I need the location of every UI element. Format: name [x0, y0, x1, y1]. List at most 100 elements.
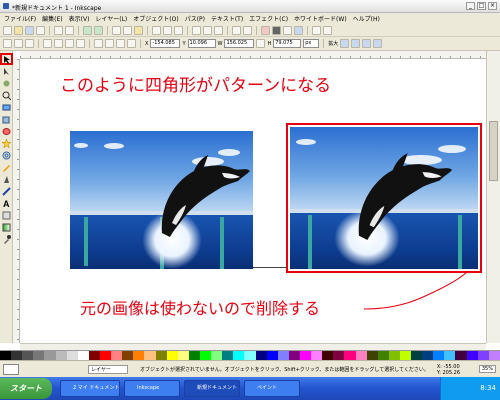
menu-text[interactable]: テキスト(T)	[211, 14, 243, 23]
palette-swatch[interactable]	[99, 351, 112, 360]
horizontal-ruler[interactable]	[20, 51, 490, 59]
select-all-icon[interactable]	[3, 39, 12, 48]
palette-swatch[interactable]	[355, 351, 367, 360]
palette-swatch[interactable]	[0, 351, 12, 360]
node-tool-icon[interactable]	[2, 67, 11, 76]
palette-swatch[interactable]	[299, 351, 312, 360]
palette-swatch[interactable]	[388, 351, 400, 360]
palette-swatch[interactable]	[144, 351, 156, 360]
taskbar-item-paint[interactable]: ペイント	[244, 380, 300, 397]
palette-swatch[interactable]	[333, 351, 345, 360]
paste-icon[interactable]	[134, 25, 143, 35]
palette-swatch[interactable]	[166, 351, 178, 360]
3d-box-tool-icon[interactable]	[2, 115, 11, 124]
palette-swatch[interactable]	[455, 351, 467, 360]
palette-swatch[interactable]	[311, 351, 323, 360]
palette-swatch[interactable]	[277, 351, 289, 360]
move-gradients-icon[interactable]	[362, 39, 372, 48]
zoom-selection-icon[interactable]	[152, 25, 161, 35]
start-button[interactable]: スタート	[0, 378, 52, 399]
pattern-photo[interactable]	[100, 131, 253, 269]
taskbar-item-documents[interactable]: 2 マイ ドキュメント	[60, 380, 120, 397]
color-palette[interactable]	[0, 350, 500, 360]
palette-swatch[interactable]	[411, 351, 423, 360]
palette-swatch[interactable]	[377, 351, 389, 360]
palette-swatch[interactable]	[222, 351, 234, 360]
menu-object[interactable]: オブジェクト(O)	[133, 14, 178, 23]
pencil-tool-icon[interactable]	[2, 163, 11, 172]
height-input[interactable]: 79.075	[273, 39, 302, 48]
export-icon[interactable]	[65, 25, 74, 35]
palette-swatch[interactable]	[444, 351, 456, 360]
ellipse-tool-icon[interactable]	[2, 127, 11, 136]
raise-to-top-icon[interactable]	[94, 39, 103, 48]
undo-icon[interactable]	[83, 25, 92, 35]
ungroup-icon[interactable]	[243, 25, 252, 35]
group-icon[interactable]	[232, 25, 241, 35]
star-tool-icon[interactable]	[1, 138, 12, 149]
zoom-drawing-icon[interactable]	[163, 25, 172, 35]
copy-icon[interactable]	[112, 25, 121, 35]
dropper-tool-icon[interactable]	[2, 235, 11, 244]
zoom-tool-icon[interactable]	[2, 91, 12, 101]
palette-swatch[interactable]	[33, 351, 45, 360]
palette-swatch[interactable]	[44, 351, 56, 360]
cut-icon[interactable]	[123, 25, 132, 35]
palette-swatch[interactable]	[11, 351, 23, 360]
text-tool-icon[interactable]: A	[2, 199, 11, 209]
palette-swatch[interactable]	[255, 351, 267, 360]
palette-swatch[interactable]	[199, 351, 212, 360]
xml-editor-icon[interactable]	[283, 25, 292, 35]
palette-swatch[interactable]	[177, 351, 189, 360]
palette-swatch[interactable]	[366, 351, 378, 360]
palette-swatch[interactable]	[344, 351, 356, 360]
raise-icon[interactable]	[105, 39, 114, 48]
drawing-canvas[interactable]: このように四角形がパターンになる 元の画像は使わないので削除する	[20, 59, 486, 343]
maximize-button[interactable]: □	[477, 2, 486, 10]
palette-swatch[interactable]	[88, 351, 100, 360]
close-button[interactable]: ×	[488, 2, 497, 10]
print-icon[interactable]	[36, 25, 45, 35]
clone-icon[interactable]	[203, 25, 212, 35]
palette-swatch[interactable]	[288, 351, 300, 360]
unlink-clone-icon[interactable]	[214, 25, 223, 35]
minimize-button[interactable]: _	[466, 2, 475, 10]
palette-swatch[interactable]	[111, 351, 123, 360]
x-input[interactable]: -154.085	[150, 39, 181, 48]
zoom-page-icon[interactable]	[174, 25, 183, 35]
palette-swatch[interactable]	[233, 351, 245, 360]
palette-swatch[interactable]	[244, 351, 256, 360]
zoom-field[interactable]: 35%	[478, 365, 496, 373]
rotate-ccw-icon[interactable]	[43, 39, 52, 48]
palette-swatch[interactable]	[188, 351, 200, 360]
width-input[interactable]: 156.025	[224, 39, 255, 48]
flip-vertical-icon[interactable]	[76, 39, 85, 48]
palette-swatch[interactable]	[133, 351, 145, 360]
palette-swatch[interactable]	[422, 351, 434, 360]
vertical-scrollbar[interactable]	[486, 51, 500, 343]
selector-tool-icon[interactable]	[0, 53, 13, 65]
palette-swatch[interactable]	[466, 351, 478, 360]
menu-whiteboard[interactable]: ホワイトボード(W)	[294, 14, 347, 23]
palette-swatch[interactable]	[22, 351, 34, 360]
rotate-cw-icon[interactable]	[54, 39, 63, 48]
flip-horizontal-icon[interactable]	[65, 39, 74, 48]
layer-select[interactable]: レイヤー	[88, 365, 128, 374]
original-photo[interactable]	[290, 127, 478, 269]
menu-file[interactable]: ファイル(F)	[4, 14, 36, 23]
text-font-icon[interactable]	[272, 25, 281, 35]
duplicate-icon[interactable]	[192, 25, 201, 35]
align-distribute-icon[interactable]	[294, 25, 303, 35]
lock-ratio-icon[interactable]	[256, 39, 266, 48]
import-icon[interactable]	[54, 25, 63, 35]
vertical-ruler[interactable]	[13, 59, 20, 343]
palette-swatch[interactable]	[155, 351, 167, 360]
y-input[interactable]: 10.096	[187, 39, 216, 48]
gradient-tool-icon[interactable]	[2, 223, 11, 232]
menu-effects[interactable]: エフェクト(C)	[249, 14, 288, 23]
tweak-tool-icon[interactable]	[2, 79, 11, 88]
horizontal-scrollbar[interactable]	[20, 343, 486, 350]
redo-icon[interactable]	[94, 25, 103, 35]
palette-swatch[interactable]	[66, 351, 78, 360]
select-all-layers-icon[interactable]	[14, 39, 23, 48]
